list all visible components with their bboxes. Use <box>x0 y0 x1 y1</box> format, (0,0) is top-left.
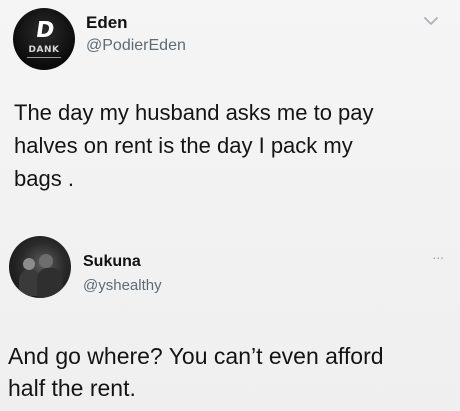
author-handle[interactable]: @yshealthy <box>83 277 162 294</box>
author-handle[interactable]: @PodierEden <box>86 37 186 55</box>
avatar-logo-text: DANK <box>28 45 60 55</box>
avatar-photo-detail <box>37 268 63 298</box>
avatar-photo-detail <box>39 254 53 268</box>
tweet-text: And go where? You can’t even afford half… <box>8 340 452 404</box>
avatar[interactable]: D DANK <box>13 8 75 70</box>
avatar-logo-divider <box>27 57 61 58</box>
tweet-text-line: And go where? You can’t even afford <box>8 343 384 369</box>
tweet-text: The day my husband asks me to pay halves… <box>14 96 444 195</box>
tweet-text-line: half the rent. <box>8 375 136 401</box>
tweet-eden: D DANK Eden @PodierEden The day my husba… <box>0 0 460 222</box>
author-name[interactable]: Sukuna <box>83 253 141 271</box>
tweet-sukuna: Sukuna @yshealthy ... And go where? You … <box>0 222 460 411</box>
tweet-text-line: The day my husband asks me to pay <box>14 100 374 125</box>
author-name[interactable]: Eden <box>86 13 128 33</box>
avatar-photo-detail <box>23 258 35 270</box>
tweet-text-line: bags . <box>14 166 74 191</box>
avatar[interactable] <box>9 236 71 298</box>
screenshot-page: D DANK Eden @PodierEden The day my husba… <box>0 0 460 411</box>
more-icon[interactable]: ... <box>432 246 444 262</box>
avatar-logo-mark: D <box>34 18 54 43</box>
tweet-text-line: halves on rent is the day I pack my <box>14 133 353 158</box>
chevron-down-icon[interactable] <box>424 16 438 26</box>
